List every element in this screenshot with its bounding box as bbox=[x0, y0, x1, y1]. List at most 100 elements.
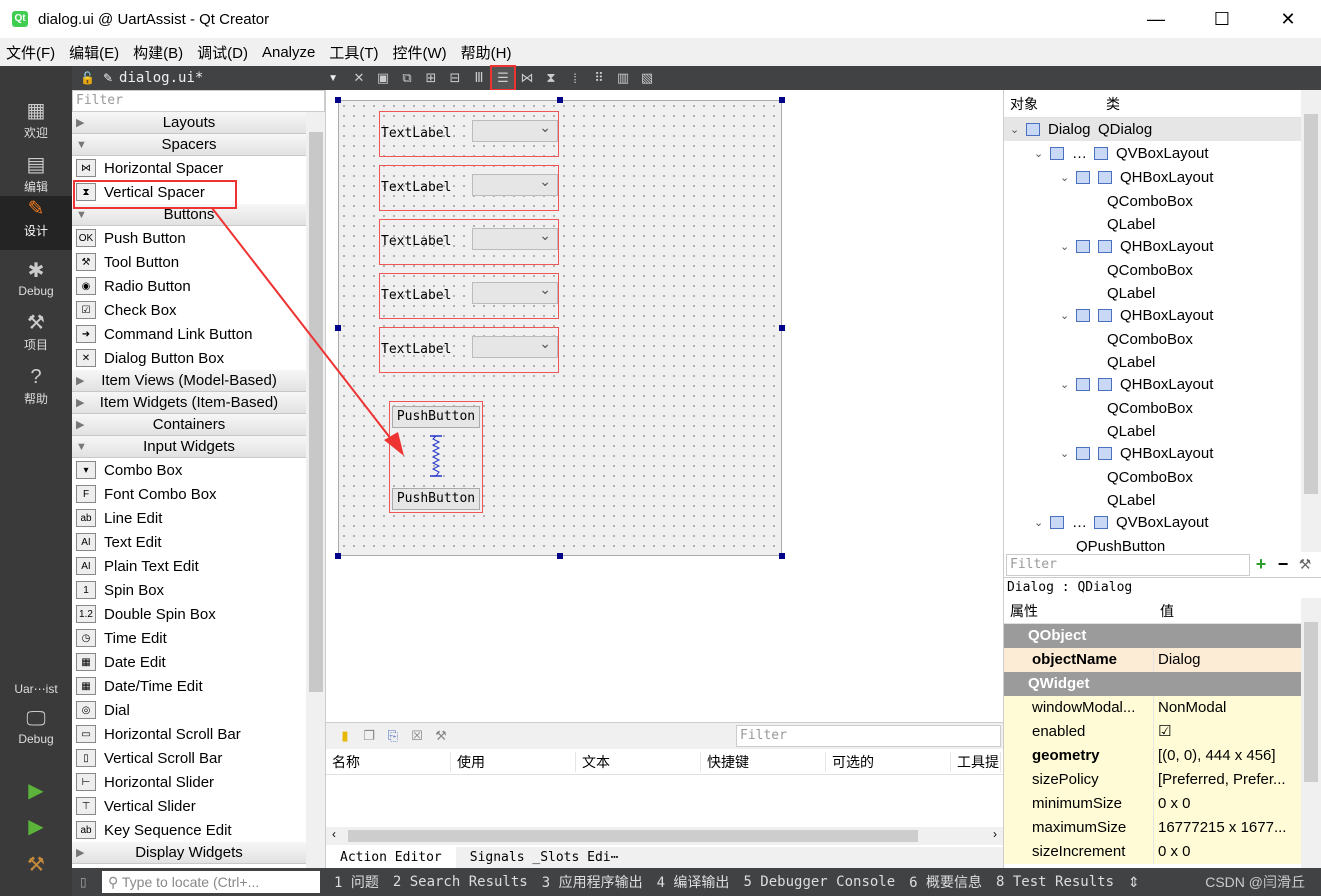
object-tree-row[interactable]: ⌄ … QVBoxLayout bbox=[1004, 142, 1302, 165]
action-editor-scroll-thumb[interactable] bbox=[348, 830, 918, 842]
object-tree-row[interactable]: QLabel bbox=[1004, 282, 1302, 305]
object-tree-row[interactable]: QLabel bbox=[1004, 213, 1302, 236]
property-value[interactable]: [(0, 0), 444 x 456] bbox=[1154, 744, 1302, 768]
widget-plain-text-edit[interactable]: AI Plain Text Edit bbox=[72, 554, 306, 578]
column-shortcut[interactable]: 快捷键 bbox=[701, 751, 826, 772]
column-tooltip[interactable]: 工具提 bbox=[951, 751, 1001, 772]
menu-debug[interactable]: 调试(D) bbox=[197, 42, 248, 63]
menu-analyze[interactable]: Analyze bbox=[262, 44, 315, 61]
category-item-widgets-item-based[interactable]: ▶ Item Widgets (Item-Based) bbox=[72, 392, 306, 414]
category-containers[interactable]: ▶ Containers bbox=[72, 414, 306, 436]
column-text[interactable]: 文本 bbox=[576, 751, 701, 772]
property-section-qwidget[interactable]: QWidget bbox=[1004, 672, 1302, 696]
property-editor-scroll-thumb[interactable] bbox=[1304, 622, 1318, 782]
column-checkable[interactable]: 可选的 bbox=[826, 751, 951, 772]
object-tree-row[interactable]: ⌄ QHBoxLayout bbox=[1004, 166, 1302, 189]
property-row-sizeincrement[interactable]: sizeIncrement 0 x 0 bbox=[1004, 840, 1302, 864]
resize-handle[interactable] bbox=[335, 553, 341, 559]
object-tree-row[interactable]: ⌄ … QVBoxLayout bbox=[1004, 511, 1302, 534]
adjust-size-icon[interactable]: ▧ bbox=[636, 67, 658, 89]
push-button-top[interactable]: PushButton bbox=[392, 406, 480, 428]
object-tree-row[interactable]: ⌄ QHBoxLayout bbox=[1004, 235, 1302, 258]
close-document-icon[interactable]: ✕ bbox=[348, 67, 370, 89]
widget-date-time-edit[interactable]: ▦ Date/Time Edit bbox=[72, 674, 306, 698]
property-row-enabled[interactable]: enabled ☑ bbox=[1004, 720, 1302, 744]
maximize-button[interactable]: ☐ bbox=[1189, 0, 1255, 38]
object-tree-row[interactable]: ⌄ Dialog QDialog bbox=[1004, 118, 1302, 141]
property-section-qobject[interactable]: QObject bbox=[1004, 624, 1302, 648]
tab-dropdown-icon[interactable]: ▼ bbox=[328, 73, 338, 84]
widget-radio-button[interactable]: ◉ Radio Button bbox=[72, 274, 306, 298]
textlabel[interactable]: TextLabel bbox=[381, 342, 451, 357]
output-pane-debugger-console[interactable]: 5 Debugger Console bbox=[743, 874, 895, 890]
output-pane-summary[interactable]: 6 概要信息 bbox=[909, 872, 982, 892]
scroll-right-icon[interactable]: › bbox=[993, 827, 997, 841]
property-row-minimumsize[interactable]: minimumSize 0 x 0 bbox=[1004, 792, 1302, 816]
action-filter-input[interactable]: Filter bbox=[736, 725, 1001, 747]
layout-vertical-icon[interactable]: ☰ bbox=[490, 65, 516, 91]
column-class[interactable]: 类 bbox=[1100, 94, 1120, 114]
menu-controls[interactable]: 控件(W) bbox=[393, 42, 447, 63]
category-input-widgets[interactable]: ▼ Input Widgets bbox=[72, 436, 306, 458]
menu-file[interactable]: 文件(F) bbox=[6, 42, 55, 63]
widget-horizontal-scroll-bar[interactable]: ▭ Horizontal Scroll Bar bbox=[72, 722, 306, 746]
widget-dialog-button-box[interactable]: ✕ Dialog Button Box bbox=[72, 346, 306, 370]
action-editor-hscrollbar[interactable]: ‹ › bbox=[326, 827, 1003, 845]
menu-build[interactable]: 构建(B) bbox=[133, 42, 183, 63]
property-editor-scrollbar[interactable] bbox=[1301, 598, 1321, 868]
property-filter-input[interactable]: Filter bbox=[1006, 553, 1250, 576]
tab-signals-slots-editor[interactable]: Signals _Slots Edi⋯ bbox=[456, 847, 633, 869]
widget-horizontal-slider[interactable]: ⊢ Horizontal Slider bbox=[72, 770, 306, 794]
widget-vertical-scroll-bar[interactable]: ▯ Vertical Scroll Bar bbox=[72, 746, 306, 770]
chevron-down-icon[interactable]: ⌄ bbox=[1060, 240, 1076, 253]
category-item-views-model-based[interactable]: ▶ Item Views (Model-Based) bbox=[72, 370, 306, 392]
menu-tools[interactable]: 工具(T) bbox=[329, 42, 378, 63]
editor-tab-filename[interactable]: dialog.ui* bbox=[119, 70, 203, 86]
resize-handle[interactable] bbox=[779, 325, 785, 331]
object-tree-row[interactable]: QComboBox bbox=[1004, 259, 1302, 282]
menu-edit[interactable]: 编辑(E) bbox=[69, 42, 119, 63]
widget-box-scrollbar[interactable] bbox=[306, 112, 325, 868]
category-display-widgets[interactable]: ▶ Display Widgets bbox=[72, 842, 306, 864]
layout-grid-icon[interactable]: ⠿ bbox=[588, 67, 610, 89]
pushbutton-vbox-layout[interactable]: PushButton PushButton bbox=[389, 401, 483, 513]
textlabel-combobox-row[interactable]: TextLabel bbox=[379, 327, 559, 373]
property-value[interactable]: NonModal bbox=[1154, 696, 1302, 720]
layout-vertical-splitter-icon[interactable]: ⧗ bbox=[540, 67, 562, 89]
output-pane-compile-output[interactable]: 4 编译输出 bbox=[657, 872, 730, 892]
resize-handle[interactable] bbox=[335, 97, 341, 103]
object-inspector-scrollbar[interactable] bbox=[1301, 90, 1321, 552]
widget-vertical-slider[interactable]: ⊤ Vertical Slider bbox=[72, 794, 306, 818]
widget-push-button[interactable]: OK Push Button bbox=[72, 226, 306, 250]
configure-icon[interactable]: ⚒ bbox=[1294, 556, 1316, 573]
object-tree-row[interactable]: QComboBox bbox=[1004, 397, 1302, 420]
remove-property-icon[interactable]: − bbox=[1272, 554, 1294, 575]
chevron-down-icon[interactable]: ⌄ bbox=[1010, 123, 1026, 136]
resize-handle[interactable] bbox=[779, 97, 785, 103]
widget-filter-input[interactable]: Filter bbox=[72, 90, 325, 112]
combobox[interactable] bbox=[472, 227, 558, 250]
widget-double-spin-box[interactable]: 1.2 Double Spin Box bbox=[72, 602, 306, 626]
widget-line-edit[interactable]: ab Line Edit bbox=[72, 506, 306, 530]
combobox[interactable] bbox=[472, 119, 558, 142]
dialog-form[interactable]: TextLabel TextLabel TextLabel TextLabel … bbox=[338, 100, 782, 556]
form-canvas[interactable]: TextLabel TextLabel TextLabel TextLabel … bbox=[326, 90, 1003, 722]
layout-horizontal-splitter-icon[interactable]: ⋈ bbox=[516, 67, 538, 89]
layout-form-icon[interactable]: ⁞ bbox=[564, 67, 586, 89]
widget-horizontal-spacer[interactable]: ⋈ Horizontal Spacer bbox=[72, 156, 306, 180]
build-target-selector[interactable]: 🖵 Debug bbox=[0, 706, 72, 760]
column-property[interactable]: 属性 bbox=[1004, 601, 1154, 621]
output-pane-search-results[interactable]: 2 Search Results bbox=[393, 874, 528, 890]
chevron-down-icon[interactable]: ⌄ bbox=[1034, 147, 1050, 160]
mode-help[interactable]: ? 帮助 bbox=[0, 364, 72, 418]
build-button[interactable]: ⚒ bbox=[0, 852, 72, 882]
output-pane-issues[interactable]: 1 问题 bbox=[334, 872, 379, 892]
combobox[interactable] bbox=[472, 173, 558, 196]
object-tree-row[interactable]: QLabel bbox=[1004, 489, 1302, 512]
textlabel[interactable]: TextLabel bbox=[381, 126, 451, 141]
object-tree-row[interactable]: QLabel bbox=[1004, 351, 1302, 374]
property-value[interactable]: 16777215 x 1677... bbox=[1154, 816, 1302, 840]
object-tree-row[interactable]: ⌄ QHBoxLayout bbox=[1004, 373, 1302, 396]
edit-buddies-icon[interactable]: ⊞ bbox=[420, 67, 442, 89]
resize-handle[interactable] bbox=[335, 325, 341, 331]
